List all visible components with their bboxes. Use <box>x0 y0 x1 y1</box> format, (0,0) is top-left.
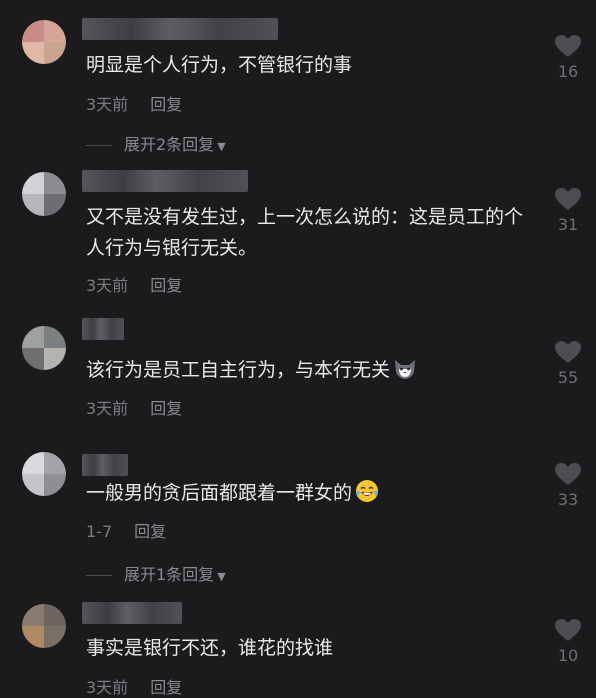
comment-text: 又不是没有发生过，上一次怎么说的：这是员工的个人行为与银行无关。 <box>86 206 524 259</box>
divider-line <box>86 145 112 146</box>
like-button[interactable]: 55 <box>548 340 588 387</box>
cat-face-icon <box>395 360 416 379</box>
expand-replies[interactable]: 展开2条回复 ▼ <box>86 131 226 155</box>
comment-text-content: 该行为是员工自主行为，与本行无关 <box>86 359 391 381</box>
heart-icon <box>555 341 581 363</box>
comment-meta: 1-7 回复 <box>86 518 166 542</box>
expand-replies[interactable]: 展开1条回复 ▼ <box>86 561 226 585</box>
comment-text-content: 一般男的贪后面都跟着一群女的 <box>86 482 353 504</box>
like-button[interactable]: 33 <box>548 462 588 509</box>
heart-icon <box>555 463 581 485</box>
avatar[interactable] <box>22 20 66 64</box>
username-blurred[interactable] <box>82 454 128 476</box>
reply-button[interactable]: 回复 <box>150 95 182 114</box>
avatar[interactable] <box>22 604 66 648</box>
avatar[interactable] <box>22 452 66 496</box>
comment-time: 3天前 <box>86 276 129 295</box>
like-button[interactable]: 31 <box>548 187 588 234</box>
comment-meta: 3天前 回复 <box>86 395 182 419</box>
comment-text: 事实是银行不还，谁花的找谁 <box>86 637 334 659</box>
username-blurred[interactable] <box>82 318 124 340</box>
like-count: 55 <box>557 368 579 387</box>
comment-meta: 3天前 回复 <box>86 91 182 115</box>
caret-down-icon: ▼ <box>217 570 226 583</box>
heart-icon <box>555 188 581 210</box>
username-blurred[interactable] <box>82 170 248 192</box>
caret-down-icon: ▼ <box>217 140 226 153</box>
username-blurred[interactable] <box>82 602 182 624</box>
heart-icon <box>555 619 581 641</box>
expand-replies-label: 展开1条回复 <box>124 565 215 584</box>
comment-time: 3天前 <box>86 95 129 114</box>
reply-button[interactable]: 回复 <box>150 678 182 697</box>
like-count: 10 <box>557 646 579 665</box>
comment-text: 一般男的贪后面都跟着一群女的 <box>86 478 536 509</box>
like-count: 16 <box>557 62 579 81</box>
comment-time: 1-7 <box>86 522 113 541</box>
like-button[interactable]: 16 <box>548 34 588 81</box>
tears-of-joy-icon <box>356 480 379 502</box>
reply-button[interactable]: 回复 <box>150 276 182 295</box>
comment-time: 3天前 <box>86 678 129 697</box>
like-count: 33 <box>557 490 579 509</box>
reply-button[interactable]: 回复 <box>134 522 166 541</box>
like-count: 31 <box>557 215 579 234</box>
comment-text: 明显是个人行为，不管银行的事 <box>86 54 353 76</box>
like-button[interactable]: 10 <box>548 618 588 665</box>
expand-replies-label: 展开2条回复 <box>124 135 215 154</box>
comment-time: 3天前 <box>86 399 129 418</box>
comment-meta: 3天前 回复 <box>86 674 182 698</box>
comment-text: 该行为是员工自主行为，与本行无关 <box>86 355 536 386</box>
comment-meta: 3天前 回复 <box>86 272 182 296</box>
divider-line <box>86 575 112 576</box>
avatar[interactable] <box>22 326 66 370</box>
username-blurred[interactable] <box>82 18 278 40</box>
avatar[interactable] <box>22 172 66 216</box>
heart-icon <box>555 35 581 57</box>
reply-button[interactable]: 回复 <box>150 399 182 418</box>
